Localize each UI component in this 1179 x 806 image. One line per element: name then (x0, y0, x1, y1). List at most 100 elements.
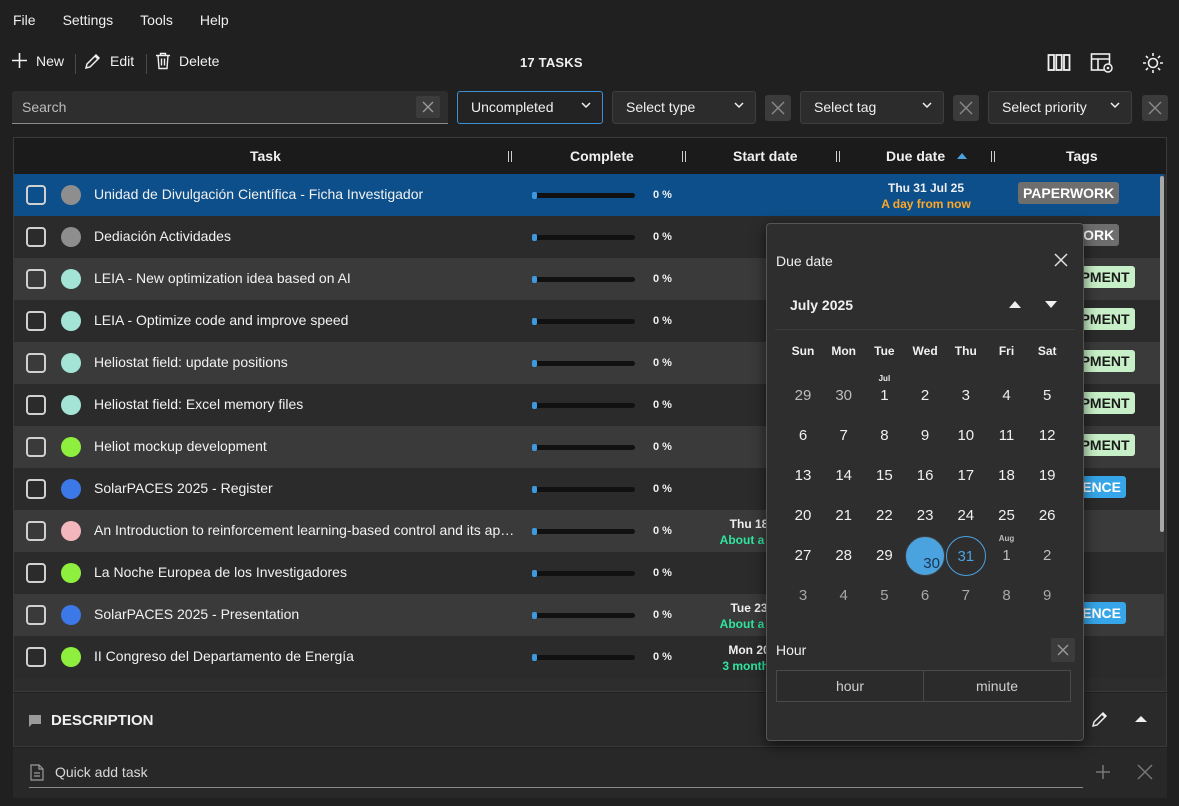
menu-help[interactable]: Help (200, 12, 229, 28)
calendar-day[interactable]: 20 (783, 496, 823, 536)
progress-bar[interactable] (532, 360, 635, 367)
minute-input[interactable]: minute (923, 670, 1071, 702)
theme-sun-icon[interactable] (1142, 52, 1166, 74)
progress-bar[interactable] (532, 402, 635, 409)
progress-bar[interactable] (532, 192, 635, 199)
calendar-day[interactable]: 10 (946, 416, 986, 456)
calendar-day[interactable]: 9 (905, 416, 945, 456)
complete-checkbox[interactable] (26, 227, 46, 247)
edit-description-icon[interactable] (1091, 710, 1109, 728)
close-icon[interactable] (1053, 252, 1069, 268)
complete-checkbox[interactable] (26, 269, 46, 289)
column-header-task[interactable]: Task (250, 148, 281, 164)
complete-checkbox[interactable] (26, 479, 46, 499)
column-header-start-date[interactable]: Start date (733, 148, 798, 164)
delete-button[interactable]: Delete (155, 52, 219, 70)
complete-checkbox[interactable] (26, 311, 46, 331)
complete-checkbox[interactable] (26, 605, 46, 625)
calendar-day[interactable]: 29 (783, 376, 823, 416)
table-row[interactable]: Unidad de Divulgación Científica - Ficha… (14, 174, 1164, 216)
edit-button[interactable]: Edit (84, 52, 134, 70)
calendar-day[interactable]: 8 (987, 576, 1027, 616)
month-label[interactable]: July 2025 (790, 297, 853, 313)
columns-icon[interactable] (1047, 52, 1071, 74)
progress-bar[interactable] (532, 612, 635, 619)
calendar-day[interactable]: 23 (905, 496, 945, 536)
column-header-complete[interactable]: Complete (570, 148, 634, 164)
complete-checkbox[interactable] (26, 437, 46, 457)
menu-file[interactable]: File (13, 12, 36, 28)
priority-select[interactable]: Select priority (988, 91, 1132, 124)
calendar-day[interactable]: 5 (1027, 376, 1067, 416)
hour-input[interactable]: hour (776, 670, 924, 702)
calendar-day[interactable]: 12 (1027, 416, 1067, 456)
progress-bar[interactable] (532, 444, 635, 451)
clear-type-button[interactable] (765, 95, 791, 121)
calendar-day[interactable]: 28 (824, 536, 864, 576)
calendar-day[interactable]: 22 (864, 496, 904, 536)
calendar-day[interactable]: 16 (905, 456, 945, 496)
calendar-day[interactable]: 4 (987, 376, 1027, 416)
progress-bar[interactable] (532, 570, 635, 577)
clear-priority-button[interactable] (1142, 95, 1168, 121)
clear-hour-button[interactable] (1051, 638, 1075, 662)
column-header-due-date[interactable]: Due date (886, 148, 945, 164)
next-month-icon[interactable] (1045, 301, 1057, 308)
search-input[interactable]: Search (12, 91, 448, 124)
table-settings-icon[interactable] (1090, 52, 1114, 74)
calendar-day[interactable]: 8 (864, 416, 904, 456)
progress-handle[interactable] (532, 528, 537, 535)
calendar-day[interactable]: 7 (946, 576, 986, 616)
calendar-day[interactable]: 26 (1027, 496, 1067, 536)
new-button[interactable]: New (11, 52, 64, 69)
progress-handle[interactable] (532, 612, 537, 619)
table-scrollbar[interactable] (1160, 176, 1164, 532)
progress-bar[interactable] (532, 276, 635, 283)
calendar-day[interactable]: 3 (946, 376, 986, 416)
status-select[interactable]: Uncompleted (457, 91, 603, 124)
complete-checkbox[interactable] (26, 185, 46, 205)
progress-handle[interactable] (532, 654, 537, 661)
collapse-icon[interactable] (1134, 714, 1148, 724)
progress-handle[interactable] (532, 318, 537, 325)
calendar-day[interactable]: 1 Jul (864, 374, 904, 416)
add-icon[interactable] (1095, 764, 1111, 780)
progress-bar[interactable] (532, 234, 635, 241)
calendar-day[interactable]: 30 (905, 536, 946, 576)
complete-checkbox[interactable] (26, 395, 46, 415)
calendar-day[interactable]: 27 (783, 536, 823, 576)
calendar-day[interactable]: 6 (905, 576, 945, 616)
previous-month-icon[interactable] (1009, 301, 1021, 308)
progress-handle[interactable] (532, 192, 537, 199)
type-select[interactable]: Select type (612, 91, 756, 124)
progress-handle[interactable] (532, 360, 537, 367)
tag-select[interactable]: Select tag (800, 91, 944, 124)
calendar-day[interactable]: 5 (864, 576, 904, 616)
calendar-day[interactable]: 6 (783, 416, 823, 456)
calendar-day[interactable]: 30 (824, 376, 864, 416)
progress-bar[interactable] (532, 528, 635, 535)
progress-bar[interactable] (532, 654, 635, 661)
column-resize-handle[interactable] (991, 151, 995, 162)
close-icon[interactable] (1137, 764, 1153, 780)
calendar-day[interactable]: 31 (945, 536, 986, 576)
calendar-day[interactable]: 21 (824, 496, 864, 536)
calendar-day[interactable]: 14 (824, 456, 864, 496)
progress-handle[interactable] (532, 486, 537, 493)
complete-checkbox[interactable] (26, 521, 46, 541)
calendar-day[interactable]: 13 (783, 456, 823, 496)
column-resize-handle[interactable] (836, 151, 840, 162)
calendar-day[interactable]: 11 (987, 416, 1027, 456)
calendar-day[interactable]: 3 (783, 576, 823, 616)
complete-checkbox[interactable] (26, 563, 46, 583)
column-header-tags[interactable]: Tags (1066, 148, 1098, 164)
calendar-day[interactable]: 15 (864, 456, 904, 496)
menu-settings[interactable]: Settings (63, 12, 114, 28)
progress-bar[interactable] (532, 486, 635, 493)
calendar-day[interactable]: 2 (1027, 536, 1067, 576)
quick-add-input[interactable] (29, 750, 1083, 788)
clear-tag-button[interactable] (953, 95, 979, 121)
calendar-day[interactable]: 9 (1027, 576, 1067, 616)
calendar-day[interactable]: 1 Aug (987, 534, 1027, 576)
clear-search-button[interactable] (416, 96, 440, 118)
